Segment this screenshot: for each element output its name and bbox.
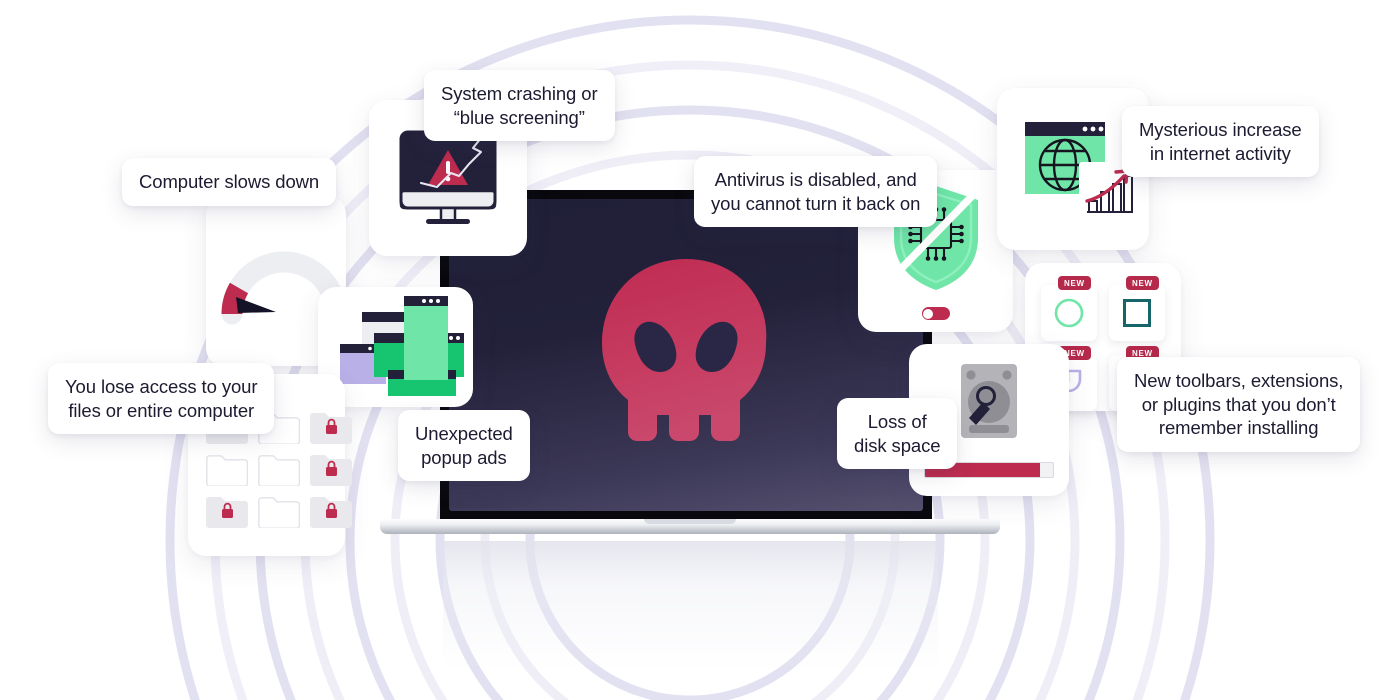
square-outline-icon xyxy=(1123,299,1151,327)
label-disk-space: Loss of disk space xyxy=(837,398,958,470)
skull-icon xyxy=(591,255,781,455)
laptop-reflection xyxy=(443,541,938,671)
circle-outline-icon xyxy=(1054,298,1084,328)
label-antivirus-disabled: Antivirus is disabled, and you cannot tu… xyxy=(694,156,938,228)
toggle-knob xyxy=(923,308,933,319)
new-badge: NEW xyxy=(1126,276,1159,290)
folder-locked xyxy=(310,454,352,486)
extension-tile[interactable]: NEW xyxy=(1109,276,1165,341)
extension-tile[interactable]: NEW xyxy=(1041,276,1097,341)
folder-locked xyxy=(310,412,352,444)
label-new-toolbars: New toolbars, extensions, or plugins tha… xyxy=(1117,357,1361,453)
laptop-base xyxy=(380,519,1000,534)
label-system-crashing: System crashing or “blue screening” xyxy=(424,70,615,142)
folder-locked xyxy=(310,496,352,528)
folder-locked xyxy=(206,496,248,528)
malware-signs-infographic: NEW NEW NEW NEW Computer slows down Syst… xyxy=(0,0,1400,700)
label-lose-access: You lose access to your files or entire … xyxy=(48,363,275,435)
folder-unlocked xyxy=(258,496,301,529)
folder-unlocked xyxy=(258,454,301,487)
label-computer-slows-down: Computer slows down xyxy=(122,158,337,206)
antivirus-toggle[interactable] xyxy=(921,307,950,320)
folder-unlocked xyxy=(206,454,249,487)
stacked-browser-windows-icon xyxy=(326,284,476,414)
new-badge: NEW xyxy=(1058,276,1091,290)
monitor-warning-icon xyxy=(393,128,503,233)
label-popup-ads: Unexpected popup ads xyxy=(398,410,530,482)
hard-drive-icon xyxy=(959,362,1019,445)
label-internet-activity: Mysterious increase in internet activity xyxy=(1122,106,1319,178)
